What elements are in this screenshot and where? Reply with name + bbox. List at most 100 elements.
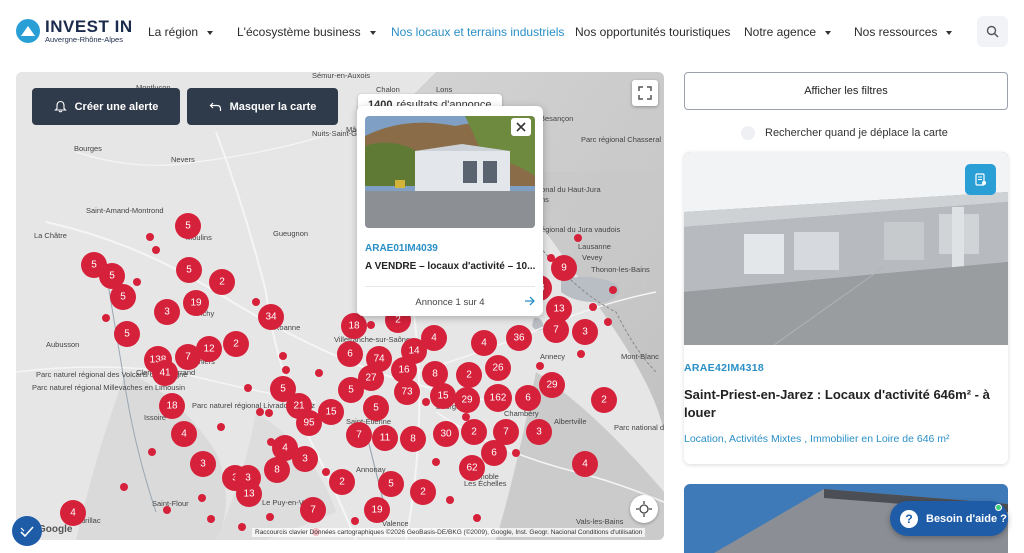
search-on-move-toggle[interactable]: Rechercher quand je déplace la carte xyxy=(741,126,948,140)
favorite-button[interactable] xyxy=(965,164,996,195)
listing-card-image[interactable] xyxy=(684,152,1008,346)
map-marker[interactable] xyxy=(266,513,274,521)
marker-cluster[interactable]: 6 xyxy=(337,341,363,367)
map-marker[interactable] xyxy=(322,468,330,476)
marker-cluster[interactable]: 5 xyxy=(110,284,136,310)
map-marker[interactable] xyxy=(148,448,156,456)
map-marker[interactable] xyxy=(244,384,252,392)
marker-cluster[interactable]: 30 xyxy=(433,421,459,447)
marker-cluster[interactable]: 29 xyxy=(539,372,565,398)
map-marker[interactable] xyxy=(536,362,544,370)
popup-listing-ref[interactable]: ARAE01IM4039 xyxy=(365,243,438,254)
listing-ref[interactable]: ARAE42IM4318 xyxy=(684,362,764,374)
marker-cluster[interactable]: 7 xyxy=(543,317,569,343)
map-marker[interactable] xyxy=(120,483,128,491)
marker-cluster[interactable]: 18 xyxy=(159,393,185,419)
brand-logo[interactable]: INVEST IN Auvergne-Rhône-Alpes xyxy=(16,18,133,44)
map-marker[interactable] xyxy=(604,318,612,326)
marker-cluster[interactable]: 12 xyxy=(196,336,222,362)
map-marker[interactable] xyxy=(473,514,481,522)
toggle-radio[interactable] xyxy=(741,126,755,140)
marker-cluster[interactable]: 15 xyxy=(318,399,344,425)
map-marker[interactable] xyxy=(267,438,275,446)
marker-cluster[interactable]: 5 xyxy=(338,377,364,403)
map-marker[interactable] xyxy=(256,408,264,416)
marker-cluster[interactable]: 62 xyxy=(459,455,485,481)
marker-cluster[interactable]: 7 xyxy=(300,497,326,523)
nav-item-tourisme[interactable]: Nos opportunités touristiques xyxy=(575,25,730,39)
map-marker[interactable] xyxy=(146,233,154,241)
listing-popup[interactable]: ARAE01IM4039 A VENDRE – locaux d'activit… xyxy=(357,106,543,316)
map-marker[interactable] xyxy=(282,366,290,374)
marker-cluster[interactable]: 9 xyxy=(551,255,577,281)
results-map[interactable]: Sémur-en-Auxois Bourges Nevers Saint-Amand-… xyxy=(16,72,664,540)
map-marker[interactable] xyxy=(547,254,555,262)
marker-cluster[interactable]: 18 xyxy=(341,313,367,339)
marker-cluster[interactable]: 5 xyxy=(176,257,202,283)
map-marker[interactable] xyxy=(462,413,470,421)
marker-cluster[interactable]: 6 xyxy=(515,385,541,411)
marker-cluster[interactable]: 2 xyxy=(591,387,617,413)
nav-item-agence[interactable]: Notre agence xyxy=(744,25,832,39)
marker-cluster[interactable]: 3 xyxy=(526,419,552,445)
marker-cluster[interactable]: 4 xyxy=(471,330,497,356)
search-button[interactable] xyxy=(977,16,1008,47)
marker-cluster[interactable]: 2 xyxy=(456,362,482,388)
marker-cluster[interactable]: 3 xyxy=(154,299,180,325)
marker-cluster[interactable]: 8 xyxy=(264,457,290,483)
marker-cluster[interactable]: 41 xyxy=(152,360,178,386)
map-marker[interactable] xyxy=(422,398,430,406)
map-marker[interactable] xyxy=(102,314,110,322)
marker-cluster[interactable]: 36 xyxy=(506,325,532,351)
map-marker[interactable] xyxy=(198,494,206,502)
map-marker[interactable] xyxy=(446,496,454,504)
marker-cluster[interactable]: 5 xyxy=(114,321,140,347)
map-marker[interactable] xyxy=(512,449,520,457)
marker-cluster[interactable]: 4 xyxy=(60,500,86,526)
map-marker[interactable] xyxy=(133,278,141,286)
marker-cluster[interactable]: 5 xyxy=(175,213,201,239)
hide-map-button[interactable]: Masquer la carte xyxy=(187,88,338,125)
marker-cluster[interactable]: 2 xyxy=(329,469,355,495)
marker-cluster[interactable]: 3 xyxy=(190,451,216,477)
nav-item-ecosysteme[interactable]: L'écosystème business xyxy=(237,25,376,39)
popup-next-button[interactable] xyxy=(524,294,536,312)
marker-cluster[interactable]: 2 xyxy=(461,419,487,445)
nav-item-ressources[interactable]: Nos ressources xyxy=(854,25,953,39)
map-marker[interactable] xyxy=(609,286,617,294)
marker-cluster[interactable]: 7 xyxy=(346,422,372,448)
marker-cluster[interactable]: 5 xyxy=(378,471,404,497)
map-marker[interactable] xyxy=(152,246,160,254)
marker-cluster[interactable]: 4 xyxy=(572,451,598,477)
marker-cluster[interactable]: 3 xyxy=(572,319,598,345)
listing-title[interactable]: Saint-Priest-en-Jarez : Locaux d'activit… xyxy=(684,386,1008,422)
map-marker[interactable] xyxy=(367,321,375,329)
marker-cluster[interactable]: 4 xyxy=(171,421,197,447)
popup-listing-title[interactable]: A VENDRE – locaux d'activité – 10... xyxy=(365,261,537,272)
map-attribution[interactable]: Raccourcis clavier Données cartographiqu… xyxy=(252,528,646,537)
create-alert-button[interactable]: Créer une alerte xyxy=(32,88,180,125)
marker-cluster[interactable]: 34 xyxy=(258,304,284,330)
map-marker[interactable] xyxy=(577,350,585,358)
map-marker[interactable] xyxy=(238,523,246,531)
marker-cluster[interactable]: 29 xyxy=(454,387,480,413)
map-marker[interactable] xyxy=(589,303,597,311)
map-marker[interactable] xyxy=(574,234,582,242)
show-filters-button[interactable]: Afficher les filtres xyxy=(684,72,1008,110)
marker-cluster[interactable]: 8 xyxy=(400,426,426,452)
marker-cluster[interactable]: 2 xyxy=(209,269,235,295)
marker-cluster[interactable]: 4 xyxy=(421,325,447,351)
map-marker[interactable] xyxy=(163,506,171,514)
marker-cluster[interactable]: 2 xyxy=(410,479,436,505)
marker-cluster[interactable]: 6 xyxy=(481,440,507,466)
map-marker[interactable] xyxy=(207,515,215,523)
map-marker[interactable] xyxy=(315,369,323,377)
help-button[interactable]: ? Besoin d'aide ? xyxy=(890,501,1008,536)
map-marker[interactable] xyxy=(265,409,273,417)
marker-cluster[interactable]: 11 xyxy=(372,425,398,451)
close-popup-button[interactable] xyxy=(511,118,531,136)
marker-cluster[interactable]: 26 xyxy=(485,355,511,381)
marker-cluster[interactable]: 5 xyxy=(363,395,389,421)
marker-cluster[interactable]: 13 xyxy=(236,481,262,507)
marker-cluster[interactable]: 3 xyxy=(292,446,318,472)
